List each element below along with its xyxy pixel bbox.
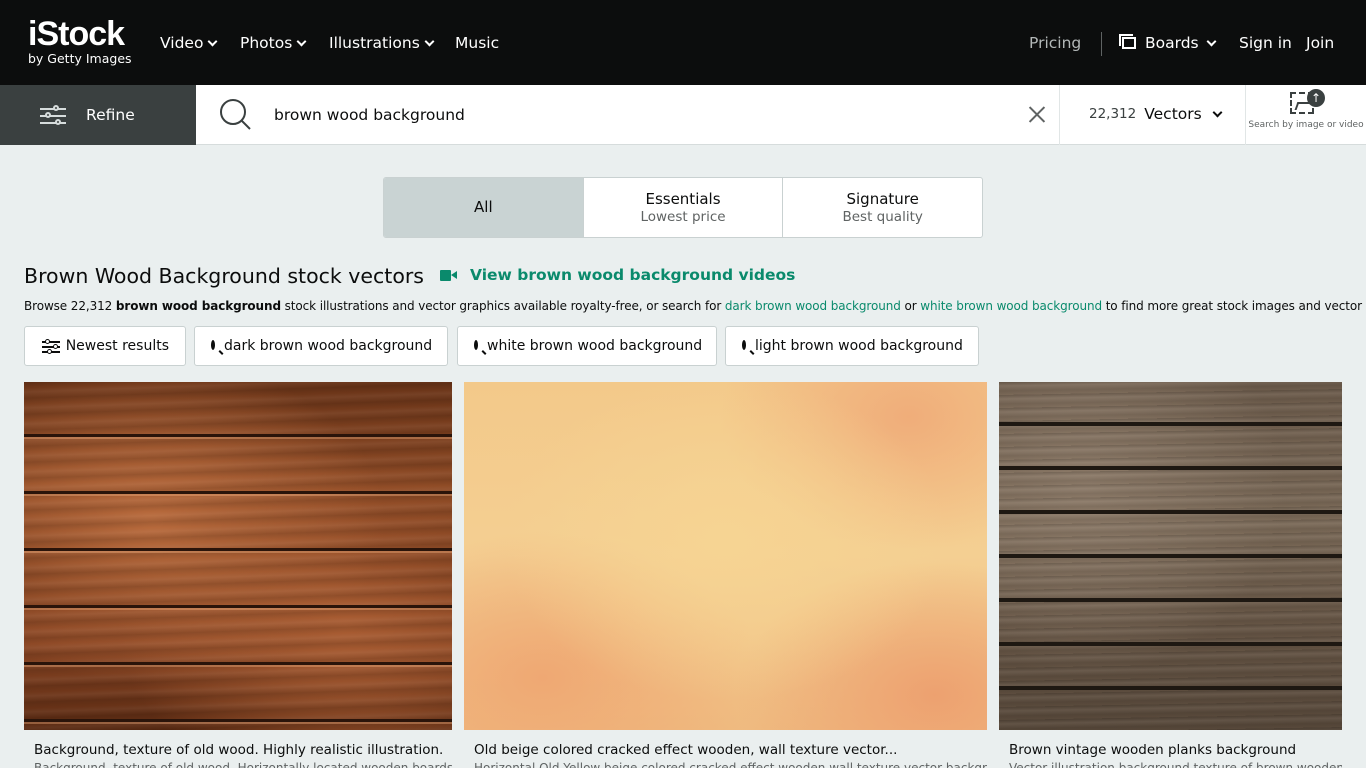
related-search-link-white[interactable]: white brown wood background [920,299,1102,313]
browse-or: or [900,299,921,313]
related-search-link-dark[interactable]: dark brown wood background [725,299,901,313]
sliders-icon [40,105,66,125]
browse-suffix: to find more great stock images and vect… [1101,299,1366,313]
tab-all[interactable]: All [384,178,584,237]
nav-illustrations[interactable]: Illustrations [329,33,435,53]
browse-term: brown wood background [115,299,281,313]
result-description: Vector illustration background texture o… [1009,761,1342,768]
search-bar: Refine 22,312 Vectors ↑ Search by image … [0,85,1366,145]
chevron-down-icon [1206,36,1217,46]
top-nav: iStock by Getty Images Video Photos Illu… [0,0,1366,85]
view-videos-link[interactable]: View brown wood background videos [440,265,795,285]
tab-all-title: All [474,198,493,216]
view-videos-label: View brown wood background videos [470,266,796,284]
chip-label: light brown wood background [755,338,963,354]
search-by-image-label: Search by image or video [1248,120,1364,130]
browse-prefix: Browse 22,312 [24,299,116,313]
nav-illustrations-label: Illustrations [329,34,420,52]
nav-video[interactable]: Video [160,33,218,53]
clear-search-icon[interactable] [1027,104,1047,124]
tab-signature[interactable]: Signature Best quality [783,178,982,237]
nav-video-label: Video [160,34,204,52]
chip-label: Newest results [65,338,169,354]
nav-photos-label: Photos [240,34,293,52]
result-caption: Brown vintage wooden planks background [1009,742,1297,758]
result-description: Horizontal Old Yellow beige colored crac… [474,761,987,768]
result-card[interactable]: Old beige colored cracked effect wooden,… [464,382,987,768]
refine-button[interactable]: Refine [0,85,196,145]
asset-type-select[interactable]: 22,312 Vectors [1089,105,1223,123]
asset-type-label: Vectors [1144,105,1202,123]
divider [1059,85,1060,145]
boards-icon [1119,34,1136,49]
chip-label: dark brown wood background [224,338,433,354]
nav-music-label: Music [455,34,500,52]
boards-label: Boards [1145,34,1199,52]
tab-signature-title: Signature [846,189,919,208]
nav-divider [1101,32,1102,56]
search-icon [474,339,478,350]
chevron-down-icon [424,36,435,46]
result-description: Background, texture of old wood. Horizon… [34,761,452,768]
newest-results-chip[interactable]: Newest results [24,326,186,366]
result-count: 22,312 [1089,106,1137,122]
video-camera-icon [440,269,457,281]
result-image[interactable] [24,382,452,730]
browse-description: Browse 22,312 brown wood background stoc… [24,298,1366,314]
result-caption: Old beige colored cracked effect wooden,… [474,742,898,758]
license-tabs: All Essentials Lowest price Signature Be… [383,177,983,238]
pricing-link[interactable]: Pricing [1029,33,1081,53]
search-icon[interactable] [219,98,251,130]
result-card[interactable]: Background, texture of old wood. Highly … [24,382,452,768]
chip-label: white brown wood background [487,338,703,354]
nav-photos[interactable]: Photos [240,33,307,53]
chevron-down-icon [1212,107,1223,117]
related-search-chip[interactable]: dark brown wood background [194,326,448,366]
browse-middle: stock illustrations and vector graphics … [280,299,725,313]
tab-essentials-subtitle: Lowest price [640,208,726,225]
sign-in-link[interactable]: Sign in [1239,33,1292,53]
refine-label: Refine [86,106,135,124]
upload-arrow-icon: ↑ [1307,89,1325,107]
page-title: Brown Wood Background stock vectors [24,264,424,288]
logo-tagline: by Getty Images [28,51,132,66]
tab-signature-subtitle: Best quality [842,208,923,225]
chevron-down-icon [296,36,307,46]
search-by-image-button[interactable]: ↑ Search by image or video [1246,85,1366,145]
boards-menu[interactable]: Boards [1119,33,1217,53]
chevron-down-icon [207,36,218,46]
sliders-icon [42,339,60,354]
result-caption: Background, texture of old wood. Highly … [34,742,444,758]
search-icon [211,339,215,350]
tab-essentials-title: Essentials [645,189,721,208]
related-search-chip[interactable]: white brown wood background [457,326,717,366]
search-input[interactable] [274,103,1014,127]
related-search-chip[interactable]: light brown wood background [725,326,979,366]
istock-logo[interactable]: iStock by Getty Images [28,17,132,66]
tab-essentials[interactable]: Essentials Lowest price [584,178,784,237]
result-image[interactable] [999,382,1342,730]
search-icon [742,339,746,350]
result-image[interactable] [464,382,987,730]
result-card[interactable]: Brown vintage wooden planks background V… [999,382,1342,768]
logo-wordmark: iStock [28,15,125,53]
nav-music[interactable]: Music [455,33,499,53]
join-link[interactable]: Join [1306,33,1334,53]
